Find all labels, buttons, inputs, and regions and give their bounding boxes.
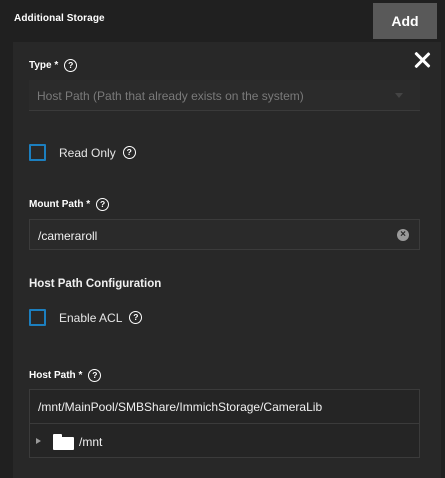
type-label: Type * (29, 60, 59, 71)
dialog-header: Additional Storage Add (0, 0, 445, 42)
chevron-down-icon (395, 93, 403, 98)
enable-acl-label[interactable]: Enable ACL (59, 311, 122, 325)
type-help-icon[interactable]: ? (64, 59, 78, 72)
type-select[interactable]: Host Path (Path that already exists on t… (29, 80, 420, 111)
type-label-row: Type * ? (29, 59, 78, 72)
host-path-help-icon[interactable]: ? (88, 369, 102, 382)
enable-acl-row: Enable ACL ? (29, 309, 143, 326)
close-icon[interactable] (413, 51, 431, 69)
tree-node-mnt[interactable]: /mnt (30, 424, 419, 458)
host-path-explorer: /mnt/MainPool/SMBShare/ImmichStorage/Cam… (29, 389, 420, 458)
host-path-label-row: Host Path * ? (29, 369, 102, 382)
enable-acl-checkbox[interactable] (29, 309, 46, 326)
mount-path-help-icon[interactable]: ? (96, 198, 110, 211)
clear-icon[interactable]: × (397, 229, 409, 241)
folder-icon (53, 434, 74, 450)
read-only-row: Read Only ? (29, 144, 136, 161)
host-path-config-title: Host Path Configuration (29, 278, 162, 290)
host-path-label: Host Path * (29, 370, 83, 381)
expand-caret-icon[interactable] (36, 438, 41, 444)
type-select-value: Host Path (Path that already exists on t… (37, 89, 304, 103)
host-path-input[interactable]: /mnt/MainPool/SMBShare/ImmichStorage/Cam… (38, 400, 322, 414)
read-only-help-icon[interactable]: ? (122, 146, 136, 159)
enable-acl-help-icon[interactable]: ? (129, 311, 143, 324)
tree-node-label[interactable]: /mnt (79, 435, 102, 449)
mount-path-label: Mount Path * (29, 199, 91, 210)
read-only-checkbox[interactable] (29, 144, 46, 161)
add-button[interactable]: Add (373, 3, 437, 39)
mount-path-label-row: Mount Path * ? (29, 198, 110, 211)
mount-path-value: /cameraroll (38, 229, 98, 243)
mount-path-input[interactable]: /cameraroll × (29, 219, 420, 250)
header-title: Additional Storage (14, 13, 105, 24)
read-only-label[interactable]: Read Only (59, 146, 116, 160)
